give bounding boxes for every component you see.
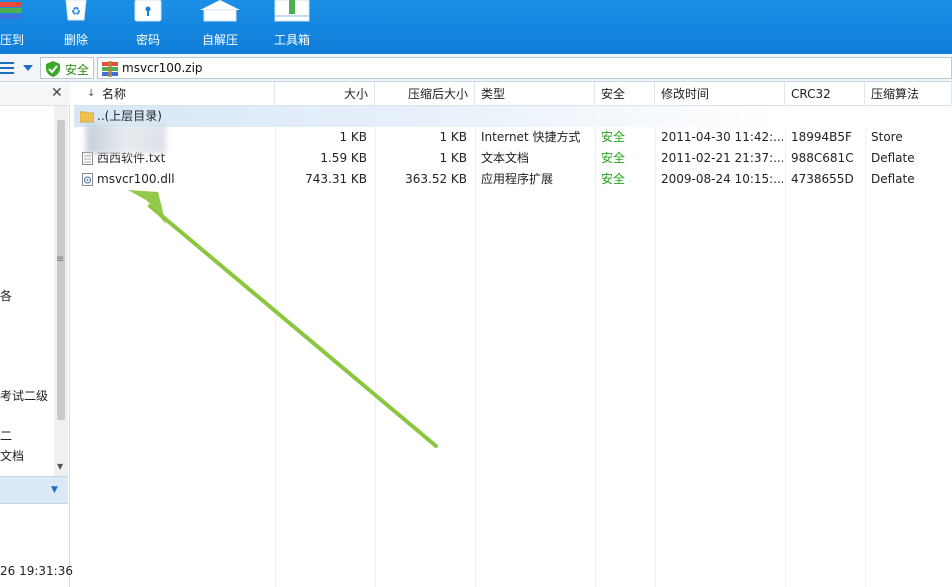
file-safety: 安全 [601, 172, 626, 186]
tree-scrollbar[interactable]: ≡ ▼ [54, 106, 68, 476]
file-size: 1.59 KB [320, 151, 367, 165]
column-method[interactable]: 压缩算法 [865, 82, 952, 106]
file-crc32: 18994B5F [791, 130, 852, 144]
file-crc32: 988C681C [791, 151, 854, 165]
toolbox-label: 工具箱 [273, 33, 310, 47]
parent-folder-row[interactable]: ..(上层目录) [74, 106, 952, 127]
file-method: Store [871, 130, 903, 144]
table-row[interactable]: 1 KB 1 KB Internet 快捷方式 安全 2011-04-30 11… [74, 127, 952, 148]
tree-item[interactable]: 文档 [0, 447, 24, 464]
table-row[interactable]: 西西软件.txt 1.59 KB 1 KB 文本文档 安全 2011-02-21… [74, 148, 952, 169]
file-size: 743.31 KB [305, 172, 367, 186]
folder-tree-header: ✕ [0, 82, 70, 106]
safety-status-label: 安全 [65, 63, 90, 77]
file-packed-size: 1 KB [439, 130, 467, 144]
address-bar: 安全 msvcr100.zip [0, 54, 952, 82]
house-icon [200, 0, 240, 22]
column-safety[interactable]: 安全 [595, 82, 655, 106]
table-row[interactable]: msvcr100.dll 743.31 KB 363.52 KB 应用程序扩展 … [74, 169, 952, 190]
books-icon [0, 2, 22, 19]
folder-icon [80, 111, 94, 123]
compress-to-button[interactable]: 压到 [0, 0, 26, 54]
redacted-filename [86, 124, 166, 154]
file-crc32: 4738655D [791, 172, 854, 186]
lock-icon [134, 0, 162, 22]
file-packed-size: 363.52 KB [405, 172, 467, 186]
delete-button[interactable]: ♻ 删除 [56, 0, 96, 54]
file-type: Internet 快捷方式 [481, 130, 581, 144]
compress-to-label: 压到 [0, 33, 25, 47]
safety-status-box[interactable]: 安全 [40, 57, 94, 79]
column-modified[interactable]: 修改时间 [655, 82, 785, 106]
column-crc32[interactable]: CRC32 [785, 82, 865, 106]
recycle-bin-icon: ♻ [65, 0, 87, 21]
archive-path-text: msvcr100.zip [122, 61, 203, 75]
toolbox-button[interactable]: 工具箱 [270, 0, 314, 54]
password-button[interactable]: 密码 [128, 0, 168, 54]
dll-file-icon [82, 173, 93, 186]
close-icon[interactable]: ✕ [51, 85, 63, 101]
chevron-down-icon[interactable] [23, 65, 33, 71]
column-name[interactable]: 名称 [74, 82, 275, 106]
chevron-down-icon[interactable]: ▼ [51, 485, 58, 495]
self-extract-button[interactable]: 自解压 [198, 0, 242, 54]
archive-icon [102, 61, 118, 77]
self-extract-label: 自解压 [201, 33, 238, 47]
file-modified: 2009-08-24 10:15:... [661, 172, 783, 186]
file-modified: 2011-02-21 21:37:... [661, 151, 783, 165]
file-type: 文本文档 [481, 151, 530, 165]
file-safety: 安全 [601, 130, 626, 144]
file-method: Deflate [871, 151, 915, 165]
file-modified: 2011-04-30 11:42:... [661, 130, 783, 144]
file-method: Deflate [871, 172, 915, 186]
file-safety: 安全 [601, 151, 626, 165]
file-type: 应用程序扩展 [481, 172, 554, 186]
file-list: ↓ 名称 大小 压缩后大小 类型 安全 修改时间 CRC32 压缩算法 ..(上… [74, 82, 952, 587]
column-header: ↓ 名称 大小 压缩后大小 类型 安全 修改时间 CRC32 压缩算法 [74, 82, 952, 106]
archive-path-field[interactable]: msvcr100.zip [97, 57, 952, 79]
tree-scrollbar-thumb[interactable] [57, 120, 65, 420]
tree-selected-item[interactable]: ▼ [0, 476, 68, 504]
menu-icon[interactable] [0, 62, 14, 74]
tree-item[interactable]: 考试二级 [0, 387, 48, 404]
shield-check-icon [46, 61, 60, 77]
tree-item[interactable]: 各 [0, 287, 12, 304]
toolbar: 压到 ♻ 删除 密码 自解压 工具箱 [0, 0, 952, 54]
column-packed-size[interactable]: 压缩后大小 [375, 82, 475, 106]
toolbox-icon [274, 0, 310, 22]
folder-tree-pane: ✕ ≡ ▼ 各 考试二级 二 文档 ▼ 26 19:31:36 [0, 82, 73, 587]
grip-icon: ≡ [56, 254, 65, 265]
scroll-down-icon[interactable]: ▼ [57, 462, 63, 471]
column-size[interactable]: 大小 [275, 82, 375, 106]
file-name: msvcr100.dll [97, 172, 175, 186]
file-size: 1 KB [339, 130, 367, 144]
archive-timestamp: 26 19:31:36 [0, 564, 73, 578]
file-packed-size: 1 KB [439, 151, 467, 165]
password-label: 密码 [135, 33, 160, 47]
column-type[interactable]: 类型 [475, 82, 595, 106]
svg-text:♻: ♻ [71, 5, 81, 18]
tree-item[interactable]: 二 [0, 427, 12, 444]
delete-label: 删除 [63, 33, 88, 47]
